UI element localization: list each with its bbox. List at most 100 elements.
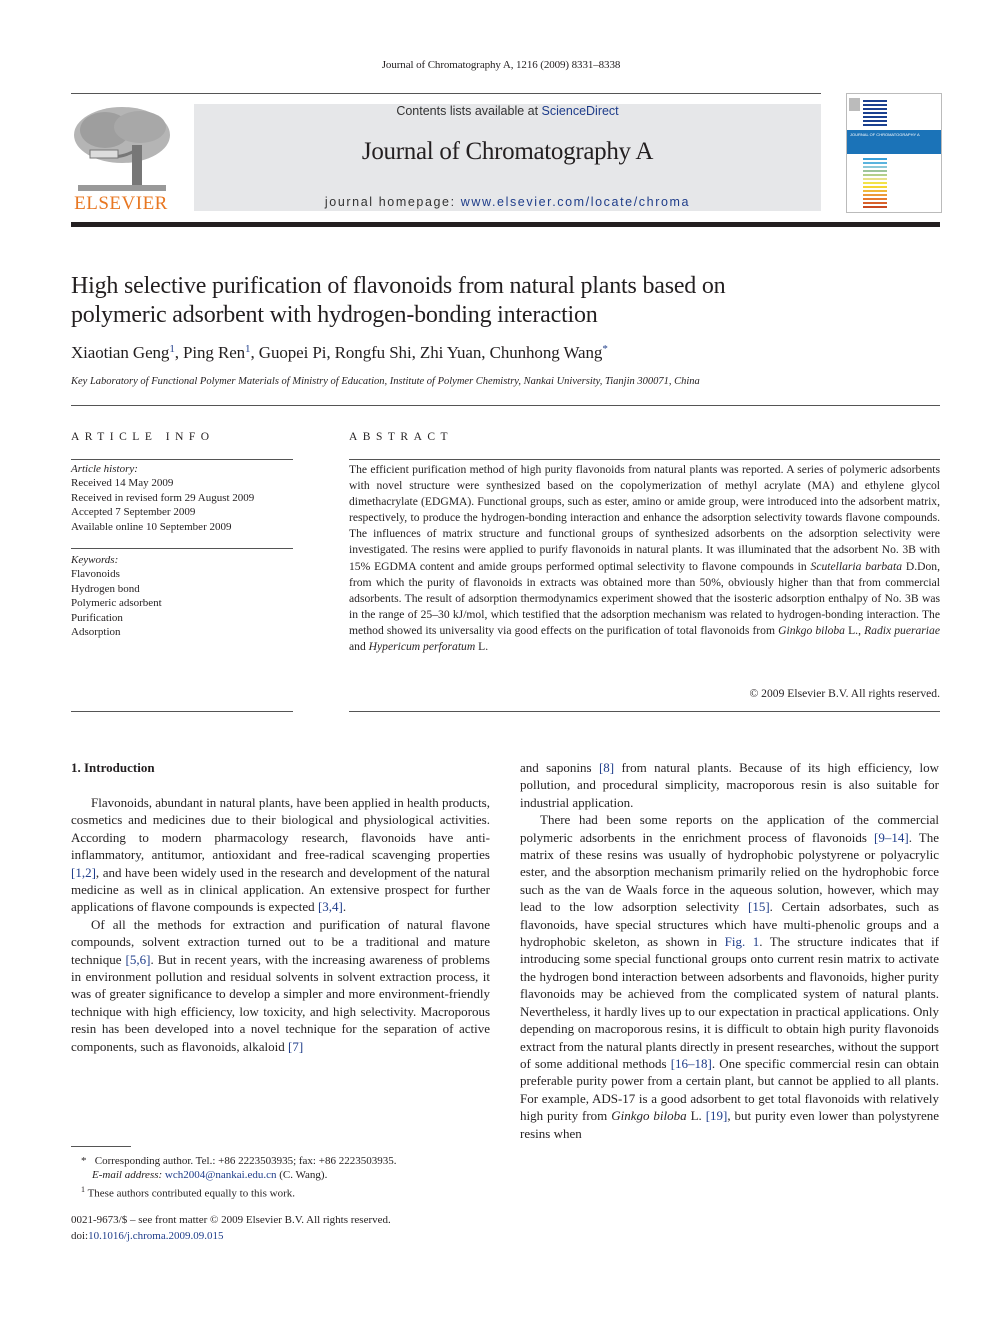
- author-separator: ,: [326, 343, 335, 362]
- footnote-mark: *: [81, 1155, 87, 1167]
- history-accepted: Accepted 7 September 2009: [71, 506, 196, 519]
- intro-paragraph: and saponins [8] from natural plants. Be…: [520, 759, 939, 811]
- body-text: Flavonoids, abundant in natural plants, …: [71, 795, 490, 863]
- cover-stripe: [863, 120, 887, 122]
- citation-link[interactable]: [15]: [748, 899, 770, 914]
- abstract-copyright: © 2009 Elsevier B.V. All rights reserved…: [749, 687, 940, 700]
- cover-stripe: [863, 108, 887, 110]
- footnote-divider: [71, 1146, 131, 1147]
- front-matter: 0021-9673/$ – see front matter © 2009 El…: [71, 1212, 501, 1244]
- history-revised: Received in revised form 29 August 2009: [71, 491, 255, 504]
- citation-link[interactable]: [7]: [288, 1039, 303, 1054]
- doi-link[interactable]: 10.1016/j.chroma.2009.09.015: [88, 1230, 223, 1242]
- body-text: , and have been widely used in the resea…: [71, 864, 490, 915]
- history-received: Received 14 May 2009: [71, 477, 174, 490]
- cover-stripe: [863, 104, 887, 106]
- species-name: Hypericum perforatum: [368, 640, 476, 654]
- keywords: Keywords: Flavonoids Hydrogen bond Polym…: [71, 553, 293, 639]
- citation-link[interactable]: [5,6]: [126, 952, 151, 967]
- intro-right-column: and saponins [8] from natural plants. Be…: [520, 759, 939, 1142]
- cover-stripe: [863, 112, 887, 114]
- journal-banner: Contents lists available at ScienceDirec…: [194, 104, 821, 211]
- cover-stripe: [863, 174, 887, 176]
- author-name: Rongfu Shi: [334, 343, 412, 362]
- corresponding-author-note: * Corresponding author. Tel.: +86 222350…: [71, 1154, 501, 1168]
- citation-link[interactable]: [19]: [706, 1108, 728, 1123]
- cover-stripe: [863, 124, 887, 126]
- cover-stripe: [863, 158, 887, 160]
- cover-stripe: [863, 178, 887, 180]
- cover-title-band: JOURNAL OF CHROMATOGRAPHY A: [847, 130, 941, 154]
- contents-prefix: Contents lists available at: [396, 104, 542, 118]
- sciencedirect-link[interactable]: ScienceDirect: [542, 104, 619, 118]
- affiliation: Key Laboratory of Functional Polymer Mat…: [71, 376, 700, 387]
- cover-stripe: [863, 190, 887, 192]
- keywords-divider: [71, 548, 293, 549]
- cover-stripe: [863, 182, 887, 184]
- journal-cover-thumbnail[interactable]: JOURNAL OF CHROMATOGRAPHY A: [846, 93, 942, 213]
- history-online: Available online 10 September 2009: [71, 520, 232, 533]
- citation-link[interactable]: [8]: [599, 760, 614, 775]
- species-name: Ginkgo biloba: [611, 1108, 687, 1124]
- article-info-heading: ARTICLE INFO: [71, 431, 215, 443]
- cover-stripe: [863, 162, 887, 164]
- cover-stripe: [863, 186, 887, 188]
- citation-link[interactable]: [1,2]: [71, 865, 96, 880]
- abstract-text: L.: [475, 640, 489, 654]
- cover-stripe: [863, 202, 887, 204]
- cover-title: JOURNAL OF CHROMATOGRAPHY A: [850, 132, 920, 137]
- citation-link[interactable]: [3,4]: [318, 899, 343, 914]
- author-name: Ping Ren: [183, 343, 246, 362]
- abstract-text: L.,: [844, 623, 865, 637]
- intro-paragraph: Flavonoids, abundant in natural plants, …: [71, 794, 490, 916]
- article-history: Article history: Received 14 May 2009 Re…: [71, 462, 293, 534]
- top-divider: [71, 93, 821, 94]
- intro-paragraph: There had been some reports on the appli…: [520, 811, 939, 1142]
- email-link[interactable]: wch2004@nankai.edu.cn: [165, 1169, 277, 1181]
- cover-stripe: [863, 166, 887, 168]
- citation-link[interactable]: [9–14]: [874, 830, 909, 845]
- elsevier-wordmark: ELSEVIER: [74, 193, 168, 214]
- article-info-bottom-divider: [71, 711, 293, 712]
- citation-link[interactable]: [16–18]: [671, 1056, 712, 1071]
- author-separator: ,: [411, 343, 420, 362]
- keyword: Polymeric adsorbent: [71, 597, 162, 610]
- keyword: Flavonoids: [71, 568, 120, 581]
- article-info-divider: [71, 459, 293, 460]
- abstract-text: and: [349, 640, 369, 654]
- cover-stripe: [863, 100, 887, 102]
- journal-title: Journal of Chromatography A: [361, 138, 654, 165]
- author-separator: ,: [250, 343, 259, 362]
- affiliation-divider: [71, 405, 940, 406]
- corresponding-author-mark[interactable]: *: [602, 343, 608, 355]
- doi-prefix: doi:: [71, 1230, 89, 1242]
- abstract-heading: ABSTRACT: [349, 431, 454, 443]
- cover-stripe: [863, 116, 887, 118]
- keywords-label: Keywords:: [71, 554, 119, 566]
- homepage-prefix: journal homepage:: [324, 195, 461, 209]
- cover-mini-logo: [849, 98, 860, 111]
- species-name: Radix puerariae: [864, 623, 940, 637]
- intro-left-column: Flavonoids, abundant in natural plants, …: [71, 794, 490, 1055]
- keyword: Hydrogen bond: [71, 582, 140, 595]
- elsevier-logo[interactable]: ELSEVIER: [70, 105, 172, 215]
- email-label: E-mail address:: [92, 1169, 163, 1182]
- masthead-divider: [71, 222, 940, 227]
- author-separator: ,: [174, 343, 184, 362]
- issn-line: 0021-9673/$ – see front matter © 2009 El…: [71, 1214, 391, 1226]
- abstract-bottom-divider: [349, 711, 940, 712]
- footnote-text: These authors contributed equally to thi…: [87, 1187, 295, 1200]
- history-label: Article history:: [71, 463, 138, 475]
- contents-line: Contents lists available at ScienceDirec…: [194, 104, 821, 118]
- tree-icon: [74, 107, 170, 191]
- homepage-link[interactable]: www.elsevier.com/locate/chroma: [461, 195, 690, 209]
- abstract-text: The efficient purification method of hig…: [349, 463, 940, 573]
- footnotes: * Corresponding author. Tel.: +86 222350…: [71, 1154, 501, 1201]
- figure-link[interactable]: Fig. 1: [725, 934, 760, 949]
- keyword: Purification: [71, 611, 123, 624]
- article-title: High selective purification of flavonoid…: [71, 272, 931, 330]
- body-text: L.: [686, 1108, 706, 1124]
- footnote-text: Corresponding author. Tel.: +86 22235039…: [94, 1155, 397, 1167]
- footnote-mark: 1: [81, 1184, 85, 1194]
- keyword: Adsorption: [71, 626, 121, 639]
